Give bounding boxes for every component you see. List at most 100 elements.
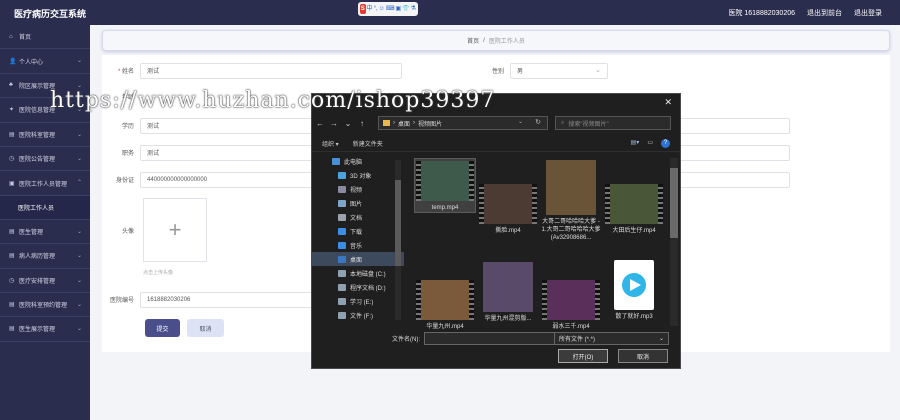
gender-label: 性别 [491, 69, 504, 75]
avatar-upload[interactable]: + [143, 198, 207, 262]
id-card-label: 身份证 [115, 178, 134, 184]
doctor-icon: ▤ [9, 228, 15, 235]
navigation-scrollbar[interactable] [395, 160, 401, 320]
video-thumbnail [483, 262, 533, 312]
tree-item-documents[interactable]: 文档 [312, 210, 404, 224]
tree-item-this-pc[interactable]: 此电脑 [312, 154, 404, 168]
preview-pane-icon[interactable]: ▭ [647, 139, 653, 148]
dialog-cancel-button[interactable]: 取消 [618, 349, 668, 363]
file-list-scrollbar[interactable] [670, 158, 678, 326]
filename-input[interactable] [424, 332, 556, 345]
tree-item-drive-c[interactable]: 本地磁盘 (C:) [312, 266, 404, 280]
sidebar-item-profile[interactable]: 👤 个人中心 ⌄ [0, 49, 90, 74]
upload-hint: 点击上传头像 [143, 270, 174, 276]
ime-mode-icon[interactable]: 中 [367, 4, 373, 14]
top-bar: 医疗病历交互系统 S 中 °, ☺ ⌨ ▣ 👕 ⚗ 医院 16188820302… [0, 0, 900, 25]
sidebar-item-label: 个人中心 [19, 59, 44, 66]
gender-select[interactable]: 男 [510, 62, 608, 79]
path-desktop[interactable]: 桌面 [398, 119, 410, 128]
organize-button[interactable]: 组织 ▾ [322, 139, 339, 148]
sidebar-item-label: 医院工作人员管理 [19, 181, 68, 188]
filetype-select[interactable]: 所有文件 (*.*) ⌄ [554, 332, 669, 345]
sogou-icon[interactable]: S [360, 4, 366, 14]
file-item[interactable]: 散了就好.mp3 [603, 260, 665, 321]
ime-toolbox-icon[interactable]: ▣ [395, 4, 401, 14]
refresh-icon[interactable]: ↻ [535, 118, 541, 126]
file-item[interactable]: temp.mp4 [414, 158, 476, 213]
tree-item-pictures[interactable]: 图片 [312, 196, 404, 210]
exit-admin-link[interactable]: 退出到前台 [807, 8, 842, 18]
video-thumbnail [605, 184, 663, 224]
breadcrumb-home[interactable]: 首页 [467, 36, 479, 45]
file-item[interactable]: 撕脸.mp4 [477, 158, 539, 235]
close-icon[interactable]: ✕ [664, 97, 672, 108]
sidebar-item-schedule[interactable]: ◷ 医疗安排管理 ⌄ [0, 269, 90, 293]
back-arrow-icon[interactable]: ← [314, 119, 326, 128]
clock-icon: ◷ [9, 277, 15, 284]
tree-item-3d-objects[interactable]: 3D 对象 [312, 168, 404, 182]
sidebar-item-departments[interactable]: ▤ 医院科室管理 ⌄ [0, 123, 90, 147]
forward-arrow-icon[interactable]: → [328, 119, 340, 128]
logout-link[interactable]: 退出登录 [854, 8, 882, 18]
sidebar-subitem-staff[interactable]: 医院工作人员 [0, 195, 90, 220]
tree-item-videos[interactable]: 视频 [312, 182, 404, 196]
file-item[interactable]: 华量九州.mp4 [414, 260, 476, 331]
chevron-down-icon: ⌄ [658, 336, 664, 342]
search-icon: ⌕ [561, 119, 565, 126]
file-item[interactable]: 华量九州混剪版... [477, 260, 539, 323]
path-video-pictures[interactable]: 视频图片 [418, 119, 442, 128]
new-folder-button[interactable]: 新建文件夹 [353, 139, 383, 148]
name-label: * 姓名 [117, 69, 134, 75]
open-button[interactable]: 打开(O) [558, 349, 608, 363]
ime-tools-icon[interactable]: ⚗ [411, 4, 416, 14]
submit-button[interactable]: 提交 [145, 319, 180, 337]
file-item[interactable]: 大哥二哥哈哈哈大爹 - 1.大哥二哥哈哈哈大爹(Av32908686... [540, 158, 602, 242]
ime-toolbar[interactable]: S 中 °, ☺ ⌨ ▣ 👕 ⚗ [358, 2, 418, 16]
sidebar-item-label: 医院科室管理 [19, 132, 56, 139]
file-open-dialog: ✕ ← → ⌄ ↑ › 桌面 › 视频图片 ⌄ ↻ ⌕ 搜索"视频图片" 组织 … [311, 93, 681, 369]
breadcrumb-separator: / [483, 37, 485, 44]
dialog-search-input[interactable]: ⌕ 搜索"视频图片" [555, 116, 671, 130]
view-options-icon[interactable]: ▤▾ [631, 139, 640, 148]
address-bar[interactable]: › 桌面 › 视频图片 ⌄ ↻ [378, 116, 548, 130]
sidebar-item-home[interactable]: ⌂ 首页 [0, 25, 90, 50]
help-icon[interactable]: ? [661, 139, 670, 148]
sidebar-item-records[interactable]: ▤ 病人病历管理 ⌄ [0, 244, 90, 269]
file-item[interactable]: 弱水三千.mp4 [540, 260, 602, 331]
tree-item-drive-d[interactable]: 程序文档 (D:) [312, 280, 404, 294]
ime-punct-icon[interactable]: °, [374, 4, 378, 14]
tree-item-drive-e[interactable]: 学习 (E:) [312, 294, 404, 308]
dialog-toolbar: 组织 ▾ 新建文件夹 ▤▾ ▭ ? [312, 136, 680, 152]
ime-emoji-icon[interactable]: ☺ [379, 4, 385, 14]
file-name: 华量九州.mp4 [426, 324, 464, 330]
sidebar-item-appointments[interactable]: ▤ 医院科室预约管理 ⌄ [0, 293, 90, 318]
record-icon: ▤ [9, 253, 15, 260]
tree-item-downloads[interactable]: 下载 [312, 224, 404, 238]
filename-label: 文件名(N): [392, 337, 420, 343]
desktop-icon [338, 255, 346, 263]
tree-item-music[interactable]: 音乐 [312, 238, 404, 252]
sidebar-item-doctors[interactable]: ▤ 医生管理 ⌄ [0, 220, 90, 245]
scrollbar-thumb[interactable] [395, 180, 401, 266]
sidebar-item-staff[interactable]: ▣ 医院工作人员管理 ⌃ [0, 171, 90, 196]
dialog-nav-bar: ← → ⌄ ↑ › 桌面 › 视频图片 ⌄ ↻ ⌕ 搜索"视频图片" [312, 114, 680, 132]
sidebar-item-label: 医疗安排管理 [19, 278, 56, 285]
file-item[interactable]: 大田后生仔.mp4 [603, 158, 665, 235]
scrollbar-thumb[interactable] [670, 168, 678, 238]
tree-item-drive-f[interactable]: 文件 (F:) [312, 308, 404, 322]
ime-skin-icon[interactable]: 👕 [402, 4, 409, 14]
file-name: 大田后生仔.mp4 [612, 228, 656, 234]
cancel-button[interactable]: 取消 [187, 319, 224, 337]
avatar-label: 头像 [121, 229, 134, 235]
picture-folder-icon [338, 199, 346, 207]
tree-item-desktop[interactable]: 桌面 [312, 252, 404, 266]
chevron-down-icon[interactable]: ⌄ [518, 118, 523, 125]
up-arrow-icon[interactable]: ↑ [356, 119, 368, 128]
recent-dropdown-icon[interactable]: ⌄ [342, 119, 354, 128]
file-name: 撕脸.mp4 [495, 228, 521, 234]
name-field[interactable]: 测试 [140, 62, 402, 79]
sidebar-item-label: 首页 [19, 35, 32, 42]
sidebar-item-announcements[interactable]: ◷ 医院公告管理 ⌄ [0, 147, 90, 172]
sidebar-item-doctor-showcase[interactable]: ▤ 医生展示管理 ⌄ [0, 317, 90, 342]
ime-keyboard-icon[interactable]: ⌨ [386, 4, 395, 14]
